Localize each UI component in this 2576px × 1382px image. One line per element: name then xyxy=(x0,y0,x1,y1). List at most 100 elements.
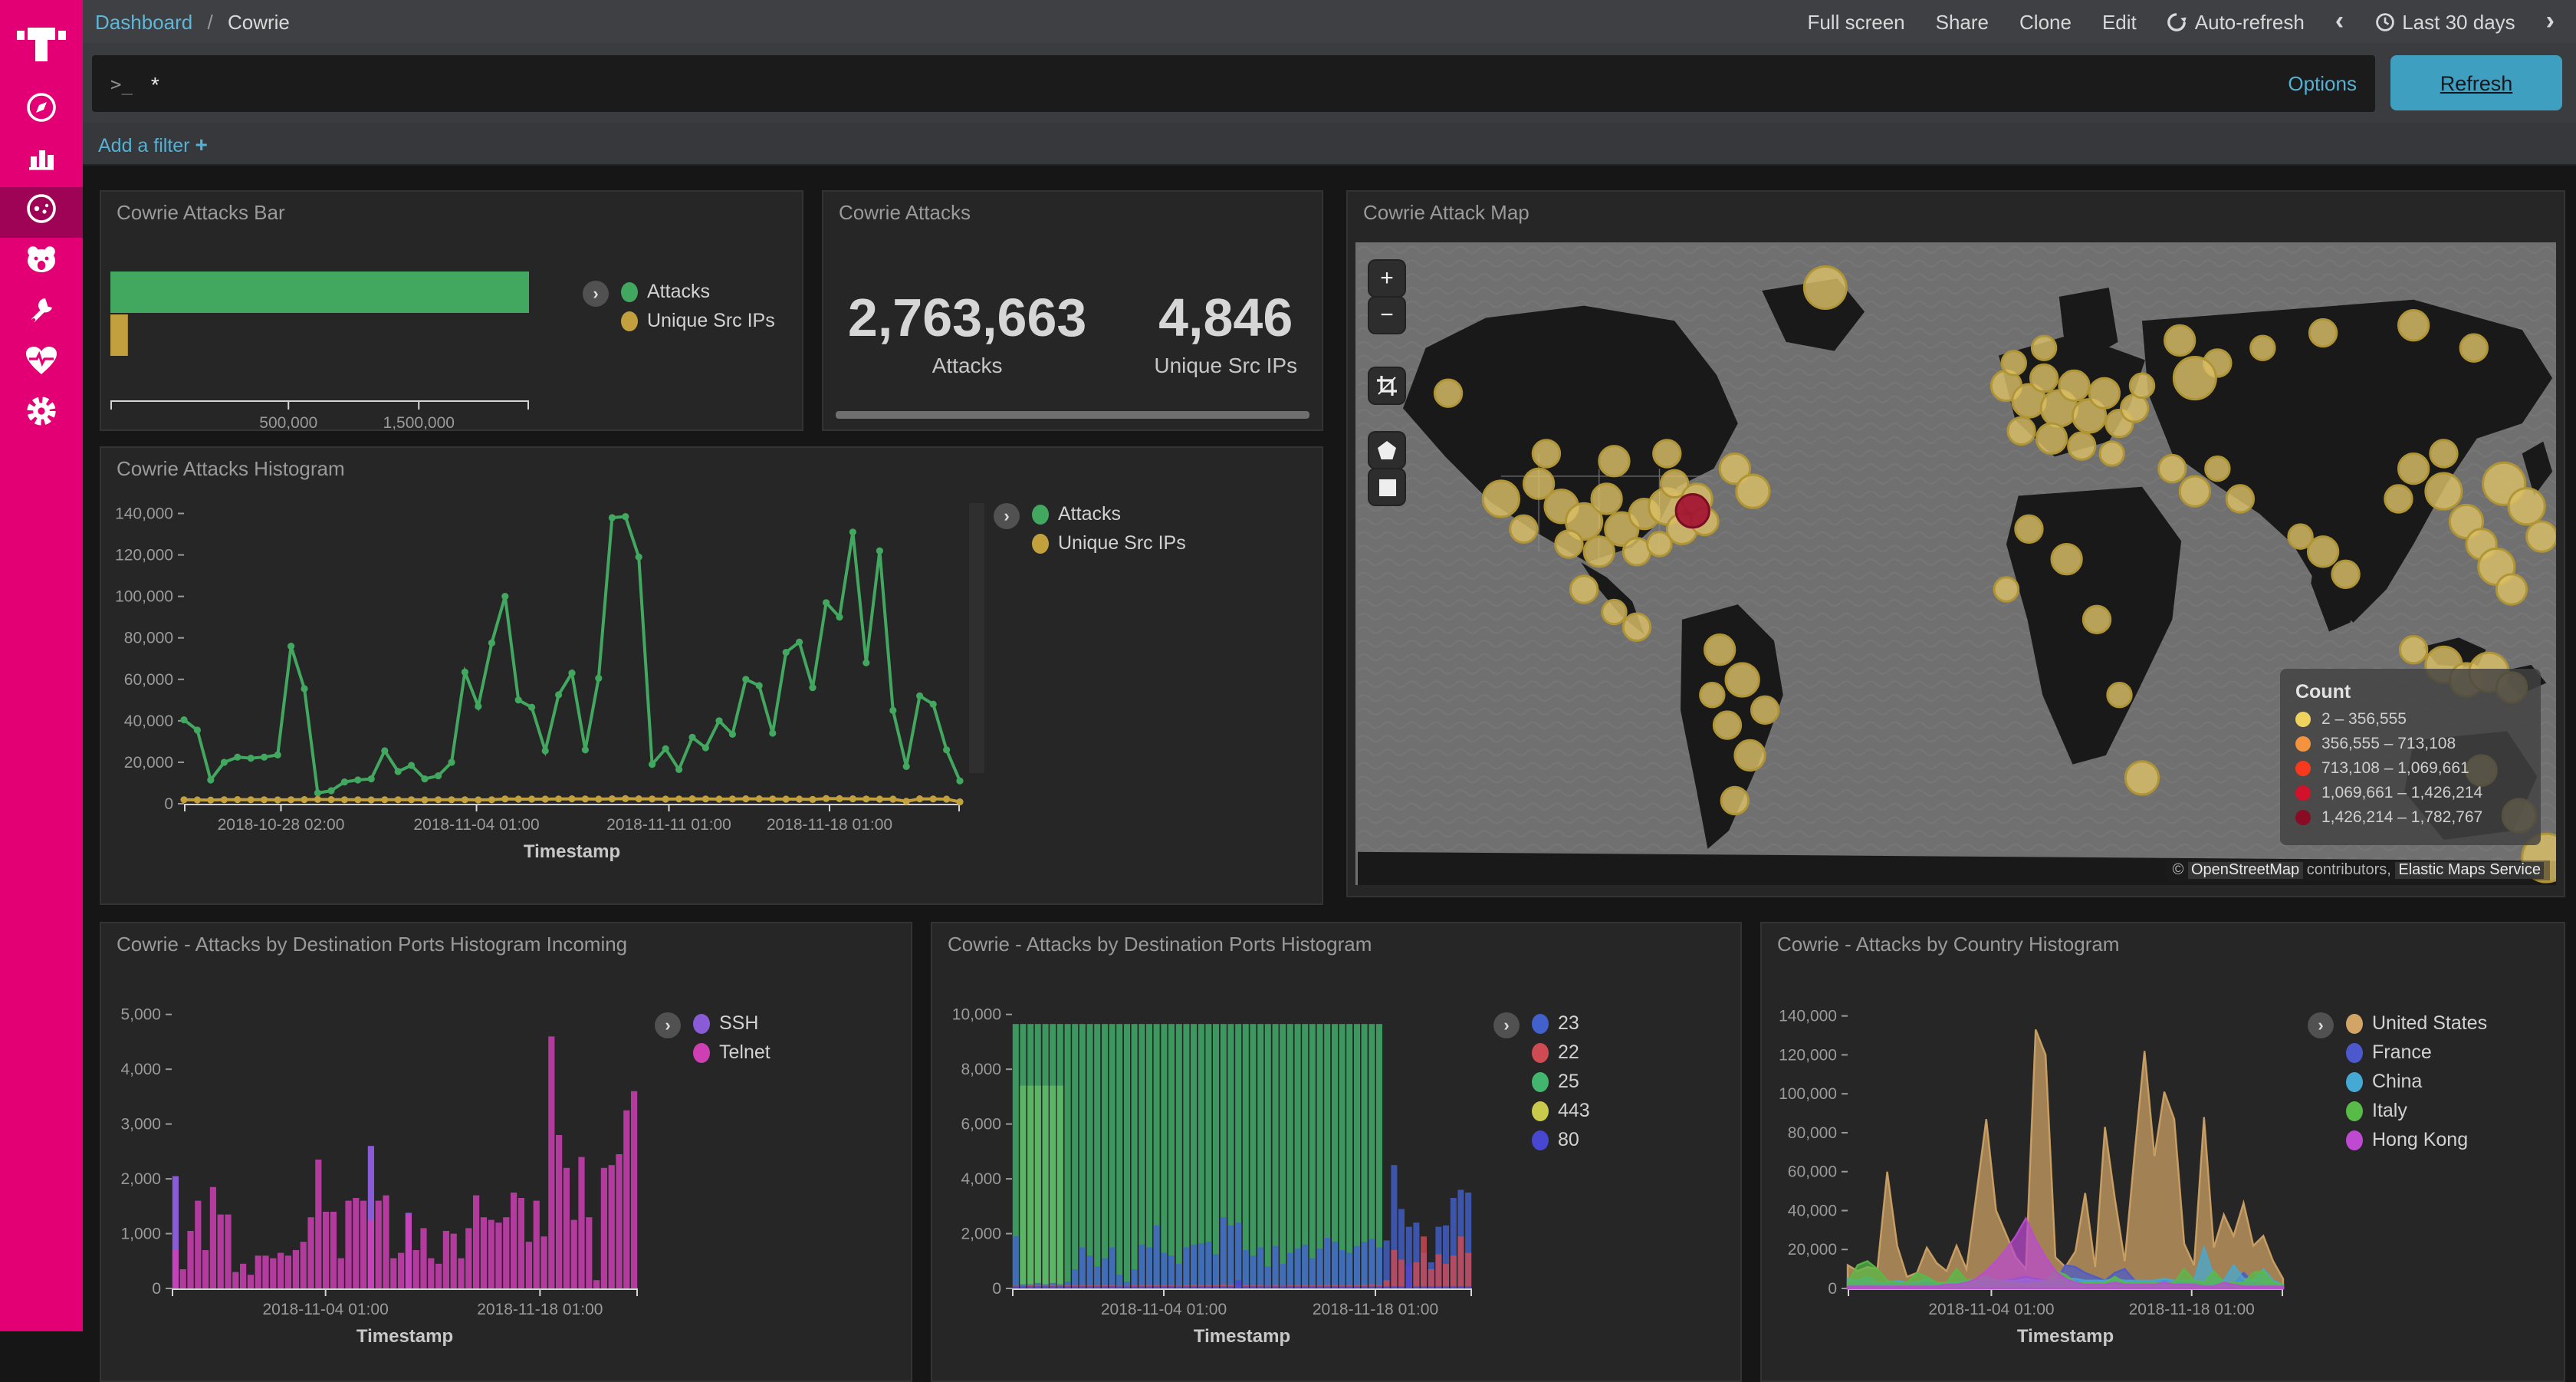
clone-button[interactable]: Clone xyxy=(2019,10,2072,33)
legend-toggle-chevron[interactable]: › xyxy=(655,1012,681,1038)
sidebar-item-dashboard[interactable] xyxy=(0,187,83,238)
attack-bubble[interactable] xyxy=(2089,378,2119,408)
attack-bubble[interactable] xyxy=(2527,522,2556,551)
attack-bubble[interactable] xyxy=(1804,266,1846,308)
sidebar-item-monitoring[interactable] xyxy=(0,339,83,390)
attack-bubble[interactable] xyxy=(2052,544,2082,574)
legend-item-port-443[interactable]: 443 xyxy=(1532,1100,1590,1121)
attack-bubble[interactable] xyxy=(1556,531,1582,558)
attack-bubble[interactable] xyxy=(1721,787,1748,814)
attack-bubble[interactable] xyxy=(2036,423,2066,453)
sidebar-item-devtools[interactable] xyxy=(0,288,83,339)
legend-toggle-chevron[interactable]: › xyxy=(583,281,609,307)
map-polygon-tool-button[interactable] xyxy=(1369,433,1405,468)
chart-right-gutter[interactable] xyxy=(969,503,984,773)
time-back-chevron[interactable]: ‹ xyxy=(2335,7,2344,33)
map-zoom-in-button[interactable]: + xyxy=(1369,261,1405,296)
legend-item-telnet[interactable]: Telnet xyxy=(693,1041,770,1063)
panel-title[interactable]: Cowrie - Attacks by Destination Ports Hi… xyxy=(101,923,911,959)
legend-item-unique[interactable]: Unique Src IPs xyxy=(621,310,775,331)
legend-item-china[interactable]: China xyxy=(2346,1071,2487,1092)
attack-bubble[interactable] xyxy=(2008,417,2035,444)
map-rectangle-tool-button[interactable] xyxy=(1369,469,1405,505)
attack-bubble[interactable] xyxy=(1751,696,1778,723)
tmobile-logo[interactable] xyxy=(0,0,83,86)
attack-bubble[interactable] xyxy=(2309,319,2336,346)
attack-bubble[interactable] xyxy=(2100,442,2124,466)
attack-bubble[interactable] xyxy=(1510,515,1537,542)
panel-title[interactable]: Cowrie Attacks Bar xyxy=(101,192,802,227)
attack-bubble[interactable] xyxy=(2121,395,2147,422)
osm-link[interactable]: OpenStreetMap xyxy=(2188,862,2302,879)
ports-bar-chart[interactable]: 02,0004,0006,0008,00010,0002018-11-04 01… xyxy=(932,963,1487,1382)
legend-item-port-22[interactable]: 22 xyxy=(1532,1041,1590,1063)
attack-bubble[interactable] xyxy=(2083,606,2110,633)
attack-bubble[interactable] xyxy=(2159,455,2186,482)
attack-bubble[interactable] xyxy=(1714,712,1740,739)
legend-item-ssh[interactable]: SSH xyxy=(693,1012,770,1034)
refresh-button[interactable]: Refresh xyxy=(2390,55,2562,110)
attack-bubble[interactable] xyxy=(2059,370,2089,400)
legend-item-france[interactable]: France xyxy=(2346,1041,2487,1063)
attack-bubble[interactable] xyxy=(1735,740,1765,770)
panel-title[interactable]: Cowrie Attacks xyxy=(823,192,1322,227)
share-button[interactable]: Share xyxy=(1936,10,1989,33)
panel-title[interactable]: Cowrie Attack Map xyxy=(1348,192,2564,227)
attack-bubble[interactable] xyxy=(2165,325,2195,355)
legend-item-hong-kong[interactable]: Hong Kong xyxy=(2346,1129,2487,1150)
attack-bubble[interactable] xyxy=(2496,574,2526,604)
breadcrumb-dashboard-link[interactable]: Dashboard xyxy=(95,10,192,33)
legend-item-italy[interactable]: Italy xyxy=(2346,1100,2487,1121)
attack-bubble[interactable] xyxy=(1584,537,1614,567)
legend-item-port-25[interactable]: 25 xyxy=(1532,1071,1590,1092)
attack-bubble[interactable] xyxy=(1533,440,1559,467)
attack-bubble[interactable] xyxy=(2226,485,2253,512)
attack-bubble[interactable] xyxy=(2002,351,2026,375)
attack-bubble[interactable] xyxy=(2430,440,2457,467)
options-link[interactable]: Options xyxy=(2288,72,2357,95)
ems-link[interactable]: Elastic Maps Service xyxy=(2395,862,2544,879)
map-zoom-out-button[interactable]: − xyxy=(1369,298,1405,333)
legend-item-united-states[interactable]: United States xyxy=(2346,1012,2487,1034)
attack-bubble[interactable] xyxy=(1623,538,1650,565)
attack-bubble[interactable] xyxy=(1623,614,1650,640)
attacks-hbar-chart[interactable]: 500,0001,500,000 xyxy=(101,259,561,431)
fullscreen-button[interactable]: Full screen xyxy=(1807,10,1904,33)
ports-incoming-bar-chart[interactable]: 01,0002,0003,0004,0005,0002018-11-04 01:… xyxy=(101,963,653,1382)
attack-bubble[interactable] xyxy=(2251,336,2275,360)
attacks-line-chart[interactable]: 020,00040,00060,00080,000100,000120,0001… xyxy=(101,491,1083,890)
sidebar-item-management[interactable] xyxy=(0,390,83,440)
attack-bubble[interactable] xyxy=(2108,683,2131,706)
horizontal-scrollbar[interactable] xyxy=(836,411,1309,419)
legend-item-port-80[interactable]: 80 xyxy=(1532,1129,1590,1150)
attack-bubble[interactable] xyxy=(1602,600,1626,624)
attack-bubble[interactable] xyxy=(2174,357,2216,400)
attack-bubble[interactable] xyxy=(1599,446,1629,476)
legend-item-attacks[interactable]: Attacks xyxy=(621,281,775,302)
add-filter-button[interactable]: Add a filter + xyxy=(98,131,208,156)
attack-bubble[interactable] xyxy=(2016,515,2042,542)
attack-bubble[interactable] xyxy=(1434,380,1461,406)
attack-bubble[interactable] xyxy=(2509,489,2545,525)
map-crop-tool-button[interactable] xyxy=(1369,368,1405,403)
attack-bubble[interactable] xyxy=(2385,485,2412,512)
legend-item-attacks[interactable]: Attacks xyxy=(1032,503,1186,525)
attack-bubble[interactable] xyxy=(2460,334,2487,361)
sidebar-item-bear[interactable] xyxy=(0,238,83,288)
attack-bubble[interactable] xyxy=(2398,311,2428,341)
sidebar-item-visualize[interactable] xyxy=(0,137,83,187)
timepicker-button[interactable]: Last 30 days xyxy=(2374,10,2515,33)
legend-toggle-chevron[interactable]: › xyxy=(2308,1012,2334,1038)
attack-bubble[interactable] xyxy=(1654,440,1681,467)
country-area-chart[interactable]: 020,00040,00060,00080,000100,000120,0001… xyxy=(1762,963,2298,1382)
attack-bubble[interactable] xyxy=(2206,456,2229,480)
attack-bubble[interactable] xyxy=(2032,336,2055,360)
world-map[interactable]: + − Count 2 – 356,555 356,555 – 713,108 … xyxy=(1355,242,2556,885)
attack-bubble[interactable] xyxy=(1592,484,1622,514)
legend-toggle-chevron[interactable]: › xyxy=(1493,1012,1520,1038)
attack-bubble[interactable] xyxy=(1570,576,1597,603)
attack-bubble[interactable] xyxy=(2400,636,2426,663)
attack-bubble[interactable] xyxy=(1483,481,1519,517)
time-forward-chevron[interactable]: › xyxy=(2546,7,2555,33)
attack-bubble-high[interactable] xyxy=(1676,495,1709,528)
